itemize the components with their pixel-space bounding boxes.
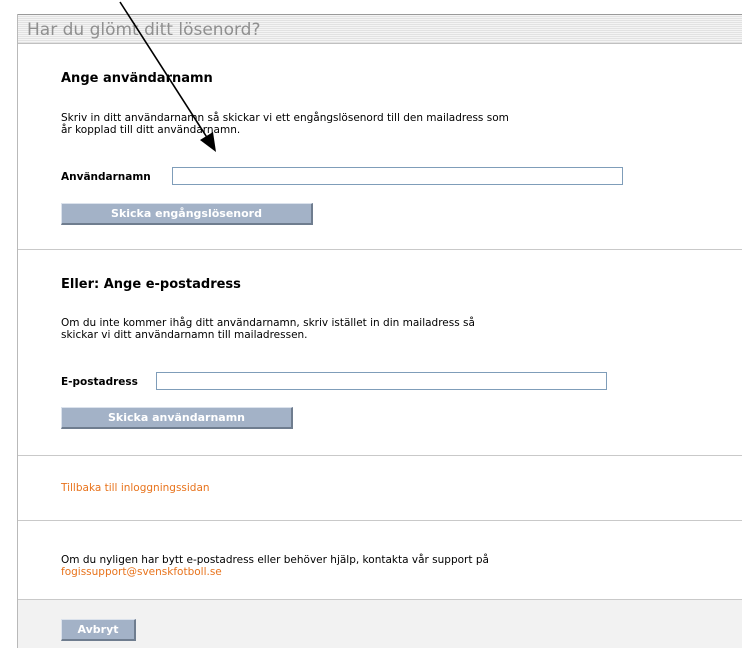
forgot-password-panel: Har du glömt ditt lösenord? Ange använda… bbox=[17, 14, 742, 648]
send-one-time-password-button[interactable]: Skicka engångslösenord bbox=[61, 203, 313, 225]
page-title: Har du glömt ditt lösenord? bbox=[27, 20, 261, 40]
back-section: Tillbaka till inloggningssidan bbox=[18, 456, 742, 520]
username-section-title: Ange användarnamn bbox=[61, 71, 213, 86]
cancel-button[interactable]: Avbryt bbox=[61, 619, 136, 641]
email-section-title: Eller: Ange e-postadress bbox=[61, 277, 241, 292]
panel-header: Har du glömt ditt lösenord? bbox=[18, 14, 742, 44]
support-email-link[interactable]: fogissupport@svenskfotboll.se bbox=[61, 566, 222, 578]
footer: Avbryt bbox=[18, 600, 742, 648]
username-input[interactable] bbox=[172, 167, 623, 185]
username-section-description: Skriv in ditt användarnamn så skickar vi… bbox=[61, 112, 509, 136]
support-section: Om du nyligen har bytt e-postadress elle… bbox=[18, 521, 742, 599]
email-label: E-postadress bbox=[61, 376, 138, 388]
username-label: Användarnamn bbox=[61, 171, 151, 183]
email-section: Eller: Ange e-postadress Om du inte komm… bbox=[18, 250, 742, 455]
email-input[interactable] bbox=[156, 372, 607, 390]
username-section: Ange användarnamn Skriv in ditt användar… bbox=[18, 44, 742, 249]
send-username-button[interactable]: Skicka användarnamn bbox=[61, 407, 293, 429]
support-text: Om du nyligen har bytt e-postadress elle… bbox=[61, 554, 489, 566]
email-section-description: Om du inte kommer ihåg ditt användarnamn… bbox=[61, 317, 475, 341]
back-to-login-link[interactable]: Tillbaka till inloggningssidan bbox=[61, 482, 210, 494]
